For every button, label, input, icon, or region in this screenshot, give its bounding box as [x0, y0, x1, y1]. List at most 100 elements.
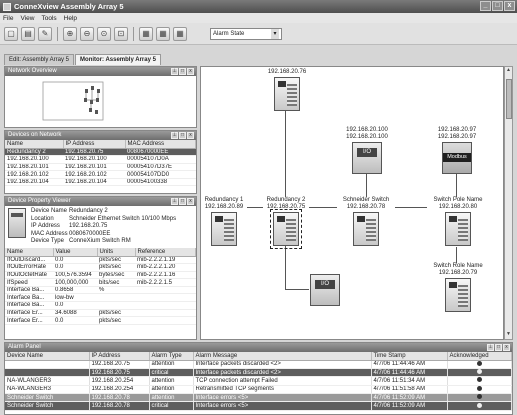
scroll-up-icon[interactable]: ▲: [505, 67, 512, 75]
column-header[interactable]: Device Name: [5, 352, 90, 361]
minimize-button[interactable]: _: [480, 1, 491, 11]
table-row[interactable]: 192.168.20.101 192.168.20.101 000054107D…: [5, 163, 196, 172]
edit-icon[interactable]: ✎: [38, 26, 52, 41]
panel-controls: ⊥ □ x: [171, 132, 194, 139]
device-node[interactable]: 192.168.20.97 192.168.20.97 Modbus: [431, 127, 483, 174]
table-row[interactable]: IfOutOctetRate 100,576.3594 bytes/sec mib-2…: [5, 271, 196, 280]
panel-header: Devices on Network ⊥ □ x: [5, 131, 196, 140]
pin-icon[interactable]: ⊥: [487, 344, 494, 351]
table-row[interactable]: Interface Ba... 0.0: [5, 301, 196, 310]
node-name: Schneider Switch: [342, 197, 390, 203]
table-row[interactable]: Interface Er... 34.6088 pkts/sec: [5, 309, 196, 318]
column-header[interactable]: MAC Address: [125, 140, 196, 149]
table-row[interactable]: 192.168.20.102 192.168.20.102 000054107D…: [5, 170, 196, 179]
pin-icon[interactable]: ⊥: [171, 68, 178, 75]
scrollbar-thumb[interactable]: [506, 79, 512, 119]
device-node[interactable]: Switch Role Name 192.168.20.79: [427, 263, 489, 312]
property-value: ConneXium Switch RM: [69, 238, 131, 244]
scroll-down-icon[interactable]: ▼: [505, 331, 512, 339]
menu-view[interactable]: View: [20, 15, 34, 22]
close-icon[interactable]: x: [187, 132, 194, 139]
table-row[interactable]: IfOutDiscard... 0.0 pkts/sec mib-2.2.2.1.19: [5, 256, 196, 265]
device-node[interactable]: 192.168.20.100 192.168.20.100 I/O: [341, 127, 393, 174]
tab-edit[interactable]: Edit: Assembly Array 5: [4, 54, 75, 65]
overview-minimap[interactable]: [5, 76, 196, 127]
table-row[interactable]: 192.168.20.104 192.168.20.104 0000541003…: [5, 178, 196, 187]
pin-icon[interactable]: ⊥: [171, 132, 178, 139]
close-icon[interactable]: x: [503, 344, 510, 351]
acknowledged-cell[interactable]: [447, 368, 512, 378]
zoom-fit-icon[interactable]: ⊙: [97, 26, 111, 41]
device-node[interactable]: 192.168.20.76: [263, 69, 311, 111]
restore-icon[interactable]: □: [495, 344, 502, 351]
menu-help[interactable]: Help: [64, 15, 77, 22]
tab-monitor[interactable]: Monitor: Assembly Array 5: [75, 54, 161, 65]
column-header[interactable]: IP Address: [63, 140, 126, 149]
layout-2-icon[interactable]: ▦: [156, 26, 170, 41]
save-icon[interactable]: ▤: [21, 26, 35, 41]
zoom-in-icon[interactable]: ⊕: [63, 26, 77, 41]
layout-1-icon[interactable]: ▦: [139, 26, 153, 41]
table-row[interactable]: Schneider Switch 192.168.20.78 critical …: [5, 401, 512, 411]
column-header[interactable]: Name: [5, 140, 64, 149]
table-row[interactable]: 192.168.20.75 attention Interface packet…: [5, 360, 512, 369]
table-row[interactable]: Interface Er... 0.0 pkts/sec: [5, 316, 196, 325]
metric-name: Interface Er...: [5, 309, 53, 318]
acknowledged-cell[interactable]: [447, 360, 512, 369]
column-header[interactable]: Alarm Type: [149, 352, 194, 361]
device-node[interactable]: I/O: [307, 273, 343, 306]
alarm-type: attention: [149, 376, 194, 386]
metric-reference: [135, 316, 196, 325]
column-header[interactable]: Alarm Message: [193, 352, 372, 361]
column-header[interactable]: Name: [5, 248, 54, 257]
table-row[interactable]: Schneider Switch 192.168.20.78 attention…: [5, 393, 512, 403]
metric-units: pkts/sec: [97, 256, 135, 265]
close-button[interactable]: x: [504, 1, 515, 11]
column-header[interactable]: Value: [53, 248, 98, 257]
device-node-selected[interactable]: Redundancy 2 192.168.20.75: [263, 197, 309, 249]
device-name: 192.168.20.102: [5, 170, 63, 179]
menu-tools[interactable]: Tools: [41, 15, 56, 22]
table-row[interactable]: IfOutErrorRate 0.0 pkts/sec mib-2.2.2.1.20: [5, 263, 196, 272]
close-icon[interactable]: x: [187, 68, 194, 75]
device-properties: Device Name Redundancy 2 Location Schneide…: [31, 208, 176, 246]
device-node[interactable]: Schneider Switch 192.168.20.78: [337, 197, 395, 246]
layout-3-icon[interactable]: ▦: [173, 26, 187, 41]
close-icon[interactable]: x: [187, 198, 194, 205]
alarm-message: Interface errors <5>: [193, 401, 372, 411]
table-row[interactable]: 192.168.20.75 critical Interface packets…: [5, 368, 512, 378]
canvas-scrollbar[interactable]: ▲ ▼: [504, 66, 513, 340]
restore-icon[interactable]: □: [179, 198, 186, 205]
table-row[interactable]: NA-WLANGER3 192.168.20.254 attention TCP…: [5, 376, 512, 386]
table-row[interactable]: Redundancy 2 192.168.20.75 0080670000EE: [5, 148, 196, 157]
acknowledged-cell[interactable]: [447, 401, 512, 411]
alarm-state-select[interactable]: Alarm State ▾: [210, 27, 282, 40]
table-row[interactable]: NA-WLANGER3 192.168.20.254 attention Ret…: [5, 385, 512, 395]
table-row[interactable]: Interface Ba... 0.8658%: [5, 286, 196, 295]
zoom-out-icon[interactable]: ⊖: [80, 26, 94, 41]
device-node[interactable]: Switch Pole Name 192.168.20.80: [427, 197, 489, 246]
restore-icon[interactable]: □: [179, 132, 186, 139]
switch-icon: [274, 77, 300, 111]
metric-reference: [135, 286, 196, 295]
column-header[interactable]: Units: [97, 248, 136, 257]
acknowledged-cell[interactable]: [447, 385, 512, 395]
acknowledged-cell[interactable]: [447, 376, 512, 386]
column-header[interactable]: Reference: [135, 248, 196, 257]
table-row[interactable]: 192.168.20.100 192.168.20.100 000054107D…: [5, 155, 196, 164]
topology-canvas[interactable]: 192.168.20.76 192.168.20.100 192.168.20.…: [200, 66, 504, 340]
menu-file[interactable]: File: [3, 15, 13, 22]
column-header[interactable]: Time Stamp: [371, 352, 448, 361]
zoom-area-icon[interactable]: ⊡: [114, 26, 128, 41]
restore-icon[interactable]: □: [179, 68, 186, 75]
column-header[interactable]: Acknowledged: [447, 352, 512, 361]
maximize-button[interactable]: □: [492, 1, 503, 11]
device-node[interactable]: Redundancy 1 192.168.20.89: [201, 197, 247, 246]
column-header[interactable]: IP Address: [89, 352, 150, 361]
pin-icon[interactable]: ⊥: [171, 198, 178, 205]
table-row[interactable]: Interface Ba... low-bw: [5, 293, 196, 303]
open-icon[interactable]: ▢: [4, 26, 18, 41]
acknowledged-cell[interactable]: [447, 393, 512, 403]
table-row[interactable]: IfSpeed 100,000,000 bits/sec mib-2.2.2.1.5: [5, 278, 196, 287]
metric-name: Interface Er...: [5, 316, 53, 325]
